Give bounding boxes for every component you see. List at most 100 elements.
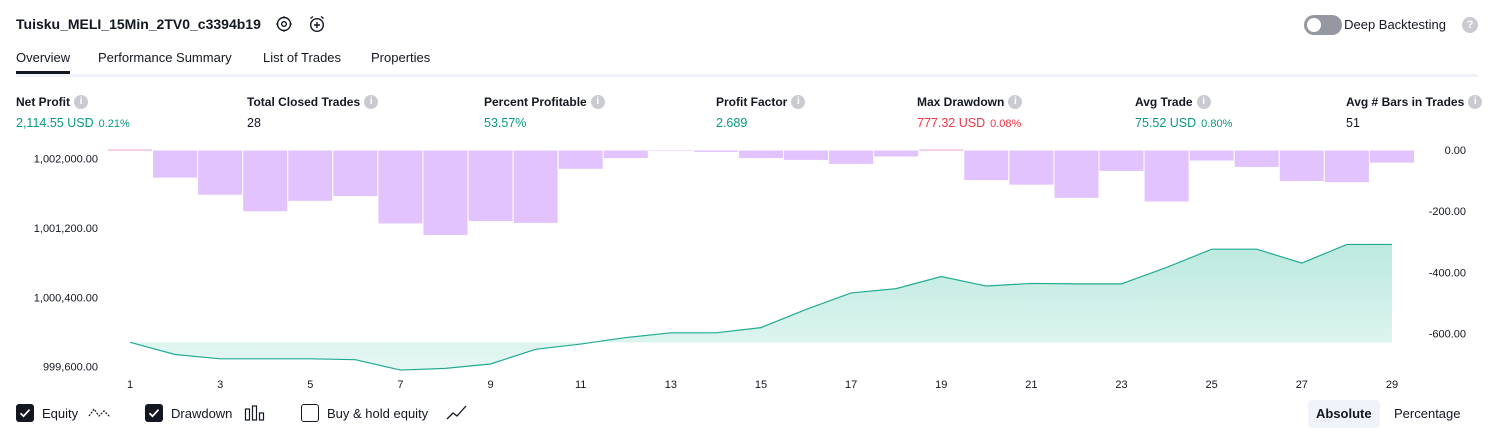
metric-label: Net Profit (16, 94, 70, 109)
equity-gain-area (130, 244, 1392, 371)
tab-overview[interactable]: Overview (16, 50, 71, 74)
drawdown-bar (557, 149, 604, 170)
legend-buy-hold-label: Buy & hold equity (327, 406, 429, 421)
info-icon[interactable]: i (74, 94, 88, 109)
strategy-title: Tuisku_MELI_15Min_2TV0_c3394b19 (16, 16, 261, 32)
x-tick-label: 25 (1206, 379, 1218, 391)
drawdown-bar (1368, 149, 1415, 164)
drawdown-bar (197, 149, 244, 196)
info-icon[interactable]: i (1468, 94, 1483, 109)
buy-hold-line-icon (446, 405, 467, 420)
metric-percent: 0.21% (98, 118, 130, 130)
x-tick-label: 27 (1296, 379, 1308, 391)
metric-value: 28 (247, 116, 378, 130)
drawdown-bar (152, 149, 199, 179)
metric-value: 777.32 USD 0.08% (917, 116, 1022, 130)
metric-value: 2.689 (716, 116, 805, 130)
metric-label: Profit Factor (716, 94, 788, 109)
view-mode-switch: Absolute Percentage (1308, 400, 1478, 428)
metric-value-text: 28 (247, 116, 261, 130)
info-icon[interactable]: i (1008, 94, 1023, 109)
drawdown-bar (783, 149, 830, 161)
y-left-tick-label: 1,002,000.00 (34, 154, 98, 166)
drawdown-bar (1143, 149, 1190, 203)
drawdown-bar (287, 149, 334, 202)
strategy-header: Tuisku_MELI_15Min_2TV0_c3394b19 Deep Bac… (16, 12, 1478, 38)
metric-percent: 0.80% (1201, 118, 1233, 130)
info-icon[interactable]: i (590, 94, 605, 109)
y-right-tick-label: 0.00 (1445, 145, 1466, 157)
drawdown-bar (692, 149, 739, 153)
info-icon[interactable]: i (791, 94, 806, 109)
metric-percent: 0.08% (990, 118, 1022, 130)
percentage-button[interactable]: Percentage (1386, 400, 1469, 428)
x-tick-label: 3 (217, 379, 223, 391)
y-left-tick-label: 1,000,400.00 (34, 292, 98, 304)
drawdown-bar (828, 149, 875, 165)
legend-drawdown[interactable]: Drawdown (145, 404, 275, 424)
drawdown-bar (332, 149, 379, 197)
metric-value-text: 2,114.55 USD (16, 116, 94, 130)
x-tick-label: 21 (1025, 379, 1037, 391)
metric-percent-profitable: Percent Profitable i 53.57% (484, 93, 605, 130)
metric-label: Total Closed Trades (247, 94, 361, 109)
metric-value-text: 75.52 USD (1135, 116, 1197, 130)
metric-label: Max Drawdown (917, 94, 1005, 109)
metric-avg-trade: Avg Trade i 75.52 USD 0.80% (1135, 93, 1232, 130)
drawdown-bar (602, 149, 649, 160)
metric-value-text: 53.57% (484, 116, 527, 130)
drawdown-bar (1053, 149, 1100, 199)
x-tick-label: 11 (575, 379, 586, 391)
deep-backtesting: Deep Backtesting ? (1298, 12, 1478, 38)
deep-backtesting-toggle[interactable] (1304, 15, 1342, 35)
drawdown-bar (377, 149, 424, 225)
settings-icon[interactable] (274, 14, 294, 34)
drawdown-bar (242, 149, 289, 213)
y-left-tick-label: 1,001,200.00 (34, 223, 98, 235)
drawdown-bar (1233, 149, 1280, 168)
help-icon[interactable]: ? (1462, 17, 1478, 33)
tab-properties[interactable]: Properties (371, 50, 430, 71)
x-tick-label: 23 (1115, 379, 1127, 391)
buy-hold-checkbox[interactable] (301, 404, 319, 422)
info-icon[interactable]: i (1196, 94, 1211, 109)
metric-profit-factor: Profit Factor i 2.689 (716, 93, 806, 130)
drawdown-bar (647, 149, 694, 153)
x-tick-label: 9 (487, 379, 493, 391)
drawdown-bar (1188, 149, 1235, 162)
y-right-tick-label: -600.00 (1429, 328, 1466, 340)
tab-performance-summary[interactable]: Performance Summary (98, 50, 232, 71)
drawdown-bars-icon (244, 405, 265, 421)
y-right-tick-label: -400.00 (1429, 267, 1466, 279)
y-right-tick-label: -200.00 (1429, 206, 1466, 218)
x-tick-label: 1 (127, 379, 133, 391)
x-tick-label: 19 (935, 379, 947, 391)
metric-value: 75.52 USD 0.80% (1135, 116, 1232, 130)
metric-max-drawdown: Max Drawdown i 777.32 USD 0.08% (917, 93, 1023, 130)
legend-equity[interactable]: Equity (16, 404, 116, 424)
x-tick-label: 7 (397, 379, 403, 391)
drawdown-checkbox[interactable] (145, 404, 163, 422)
report-tabs: Overview Performance Summary List of Tra… (16, 46, 1478, 77)
drawdown-bar (1098, 149, 1145, 172)
legend-equity-label: Equity (42, 406, 79, 421)
metric-value: 51 (1346, 116, 1482, 130)
equity-line-icon (88, 407, 111, 418)
drawdown-bar (737, 149, 785, 160)
info-icon[interactable]: i (364, 94, 379, 109)
metric-avg-bars-in-trades: Avg # Bars in Trades i 51 (1346, 93, 1483, 130)
metric-total-closed-trades: Total Closed Trades i 28 (247, 93, 379, 130)
equity-checkbox[interactable] (16, 404, 34, 422)
metric-label: Percent Profitable (484, 94, 587, 109)
drawdown-bar (422, 149, 469, 237)
toggle-knob (1307, 18, 1321, 32)
metric-value: 53.57% (484, 116, 605, 130)
add-alert-icon[interactable] (307, 14, 327, 34)
x-tick-label: 15 (755, 379, 767, 391)
absolute-button[interactable]: Absolute (1308, 400, 1380, 428)
tab-list-of-trades[interactable]: List of Trades (263, 50, 341, 71)
metric-label: Avg Trade (1135, 94, 1193, 109)
drawdown-bar (1008, 149, 1055, 186)
legend-buy-hold-equity[interactable]: Buy & hold equity (301, 404, 471, 424)
x-tick-label: 29 (1386, 379, 1398, 391)
